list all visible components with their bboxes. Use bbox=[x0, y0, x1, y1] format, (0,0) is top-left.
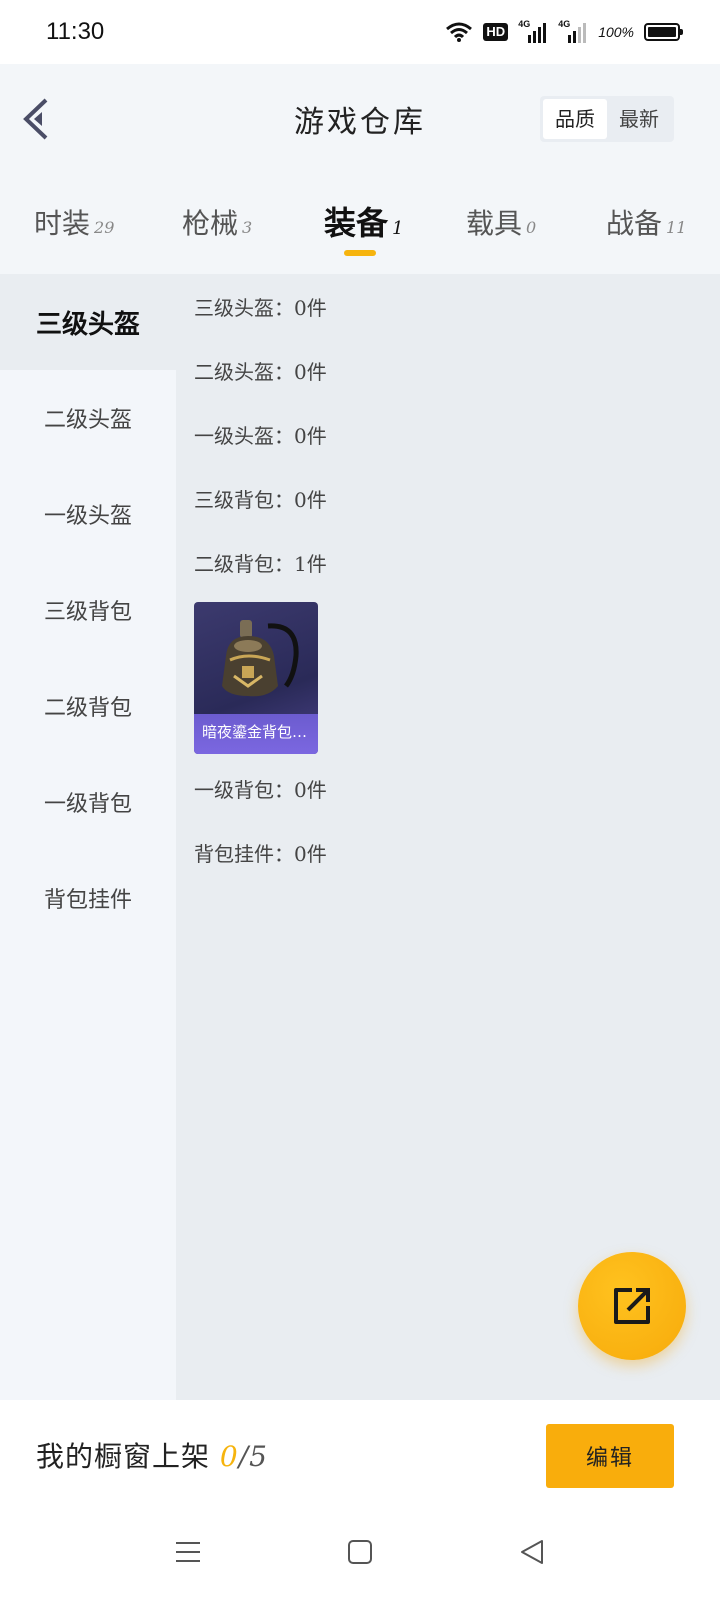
sidebar-item-backpack-charm[interactable]: 背包挂件 bbox=[0, 850, 176, 946]
sidebar: 三级头盔 二级头盔 一级头盔 三级背包 二级背包 一级背包 背包挂件 bbox=[0, 274, 176, 1400]
share-button[interactable] bbox=[578, 1252, 686, 1360]
status-time: 11:30 bbox=[46, 18, 105, 45]
showcase-status: 我的橱窗上架 0/5 bbox=[36, 1435, 268, 1475]
tab-count: 3 bbox=[242, 218, 253, 237]
tab-weapons[interactable]: 枪械 3 bbox=[182, 202, 252, 242]
tab-vehicles[interactable]: 载具 0 bbox=[466, 202, 536, 242]
showcase-label: 我的橱窗上架 bbox=[36, 1440, 211, 1473]
header: 游戏仓库 品质 最新 bbox=[0, 64, 720, 174]
wifi-icon bbox=[446, 22, 473, 42]
active-tab-indicator bbox=[344, 250, 376, 256]
section-header: 二级背包：1件 bbox=[194, 552, 327, 576]
section-header: 三级头盔：0件 bbox=[194, 296, 327, 320]
share-icon bbox=[614, 1288, 650, 1324]
hd-icon: HD bbox=[483, 23, 509, 41]
back-triangle-icon[interactable] bbox=[518, 1538, 546, 1566]
tab-label: 时装 bbox=[34, 207, 91, 240]
sort-option-quality[interactable]: 品质 bbox=[543, 99, 607, 139]
tab-count: 1 bbox=[392, 218, 404, 239]
tab-count: 11 bbox=[666, 218, 687, 237]
battery-icon bbox=[644, 23, 683, 41]
status-bar: 11:30 HD 4G 4G 100% bbox=[0, 0, 720, 64]
sort-option-newest[interactable]: 最新 bbox=[607, 99, 671, 139]
system-nav-bar bbox=[0, 1510, 720, 1600]
edit-button[interactable]: 编辑 bbox=[546, 1424, 674, 1488]
sidebar-item-helmet-lv1[interactable]: 一级头盔 bbox=[0, 466, 176, 562]
showcase-count: 0 bbox=[219, 1440, 239, 1473]
showcase-total: /5 bbox=[238, 1440, 268, 1473]
section-header: 一级头盔：0件 bbox=[194, 424, 327, 448]
showcase-bar: 我的橱窗上架 0/5 编辑 bbox=[0, 1400, 720, 1510]
backpack-icon bbox=[222, 620, 299, 697]
tab-label: 枪械 bbox=[182, 207, 239, 240]
home-icon[interactable] bbox=[346, 1538, 374, 1566]
sidebar-item-backpack-lv3[interactable]: 三级背包 bbox=[0, 562, 176, 658]
page-title: 游戏仓库 bbox=[294, 105, 426, 140]
signal-4g-icon: 4G bbox=[558, 19, 588, 43]
item-list: 三级头盔：0件 二级头盔：0件 一级头盔：0件 三级背包：0件 二级背包：1件 … bbox=[176, 274, 720, 1400]
item-card[interactable]: 暗夜鎏金背包… bbox=[194, 602, 318, 754]
section-header: 二级头盔：0件 bbox=[194, 360, 327, 384]
network-label: 4G bbox=[558, 19, 571, 29]
sidebar-item-backpack-lv1[interactable]: 一级背包 bbox=[0, 754, 176, 850]
back-arrow-icon[interactable] bbox=[20, 96, 56, 142]
section-header: 背包挂件：0件 bbox=[194, 842, 327, 866]
tab-equipment[interactable]: 装备 1 bbox=[324, 198, 403, 244]
item-name: 暗夜鎏金背包… bbox=[194, 714, 318, 754]
status-icons: HD 4G 4G 100% bbox=[445, 19, 683, 43]
tab-fashion[interactable]: 时装 29 bbox=[34, 202, 114, 242]
tab-count: 29 bbox=[94, 218, 115, 237]
tab-count: 0 bbox=[526, 218, 537, 237]
tab-label: 载具 bbox=[466, 207, 523, 240]
tab-label: 装备 bbox=[324, 204, 389, 242]
menu-icon[interactable] bbox=[174, 1538, 202, 1566]
signal-4g-icon: 4G bbox=[518, 19, 548, 43]
sidebar-item-helmet-lv2[interactable]: 二级头盔 bbox=[0, 370, 176, 466]
sort-toggle: 品质 最新 bbox=[540, 96, 674, 142]
section-header: 一级背包：0件 bbox=[194, 778, 327, 802]
network-label: 4G bbox=[518, 19, 531, 29]
tab-supplies[interactable]: 战备 11 bbox=[606, 202, 686, 242]
sidebar-item-helmet-lv3[interactable]: 三级头盔 bbox=[0, 274, 176, 370]
section-header: 三级背包：0件 bbox=[194, 488, 327, 512]
tab-label: 战备 bbox=[606, 207, 663, 240]
battery-percent: 100% bbox=[598, 24, 634, 40]
sidebar-item-backpack-lv2[interactable]: 二级背包 bbox=[0, 658, 176, 754]
